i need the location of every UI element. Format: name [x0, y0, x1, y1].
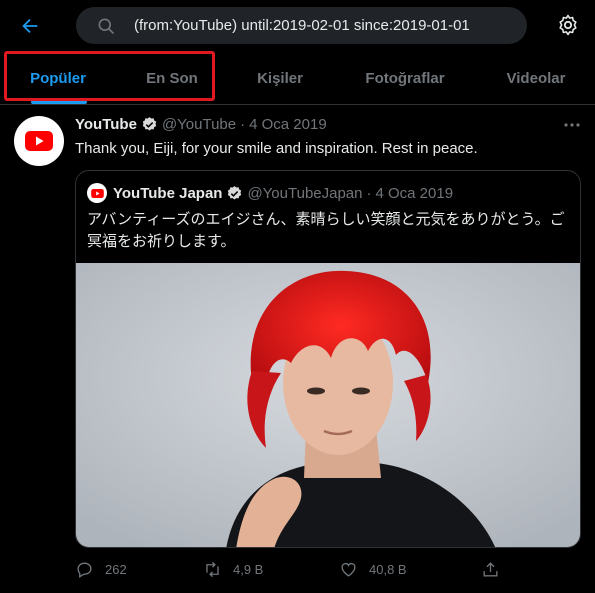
- quoted-tweet-text: アバンティーズのエイジさん、素晴らしい笑顔と元気をありがとう。ご冥福をお祈りしま…: [87, 211, 565, 250]
- tweet-header: YouTube @YouTube · 4 Oca 2019: [75, 116, 327, 133]
- author-handle[interactable]: @YouTube: [162, 116, 236, 133]
- tweet-actions: 262 4,9 B 40,8 B: [75, 560, 505, 584]
- separator-dot: ·: [240, 116, 246, 133]
- verified-badge-icon: [142, 117, 157, 131]
- tweet[interactable]: YouTube @YouTube · 4 Oca 2019 Thank you,…: [0, 105, 595, 593]
- tweet-text: Thank you, Eiji, for your smile and insp…: [75, 140, 478, 157]
- arrow-left-icon: [22, 18, 38, 34]
- avatar[interactable]: [14, 116, 64, 166]
- retweet-icon: [206, 561, 219, 578]
- active-tab-indicator: [31, 100, 87, 104]
- author-name[interactable]: YouTube: [75, 116, 137, 133]
- search-input[interactable]: [134, 17, 494, 34]
- search-icon: [98, 18, 115, 34]
- tab-videos[interactable]: Videolar: [496, 52, 576, 104]
- quoted-avatar: [87, 183, 107, 203]
- retweet-count: 4,9 B: [233, 562, 264, 577]
- back-button[interactable]: [14, 10, 46, 42]
- like-button[interactable]: 40,8 B: [339, 560, 407, 579]
- tab-photos[interactable]: Fotoğraflar: [350, 52, 460, 104]
- settings-button[interactable]: [556, 13, 580, 37]
- more-options-button[interactable]: [560, 117, 584, 133]
- like-count: 40,8 B: [369, 562, 407, 577]
- retweet-button[interactable]: 4,9 B: [203, 560, 263, 579]
- search-tabs: Popüler En Son Kişiler Fotoğraflar Video…: [0, 52, 595, 105]
- portrait-photo: [76, 263, 580, 547]
- search-box[interactable]: [76, 7, 527, 44]
- tab-popular[interactable]: Popüler: [18, 52, 98, 104]
- quoted-tweet-photo[interactable]: [76, 263, 580, 547]
- verified-badge-icon: [228, 185, 242, 200]
- quoted-tweet-header: YouTube Japan @YouTubeJapan · 4 Oca 2019: [87, 183, 453, 203]
- quoted-author-handle: @YouTubeJapan: [247, 184, 363, 202]
- ellipsis-icon: [564, 123, 580, 127]
- share-icon: [483, 562, 498, 577]
- youtube-logo-icon: [90, 188, 104, 198]
- tweet-date[interactable]: 4 Oca 2019: [249, 116, 327, 133]
- reply-button[interactable]: 262: [75, 560, 127, 579]
- tab-latest[interactable]: En Son: [132, 52, 212, 104]
- quoted-tweet[interactable]: YouTube Japan @YouTubeJapan · 4 Oca 2019…: [75, 170, 581, 548]
- tab-people[interactable]: Kişiler: [240, 52, 320, 104]
- reply-icon: [77, 562, 92, 578]
- heart-icon: [341, 563, 356, 577]
- top-bar: [0, 0, 595, 52]
- share-button[interactable]: [481, 560, 511, 579]
- separator-dot: ·: [366, 184, 372, 202]
- gear-icon: [559, 14, 577, 36]
- youtube-logo-icon: [25, 131, 53, 151]
- reply-count: 262: [105, 562, 127, 577]
- quoted-author-name: YouTube Japan: [113, 184, 223, 202]
- quoted-tweet-date: 4 Oca 2019: [375, 184, 454, 202]
